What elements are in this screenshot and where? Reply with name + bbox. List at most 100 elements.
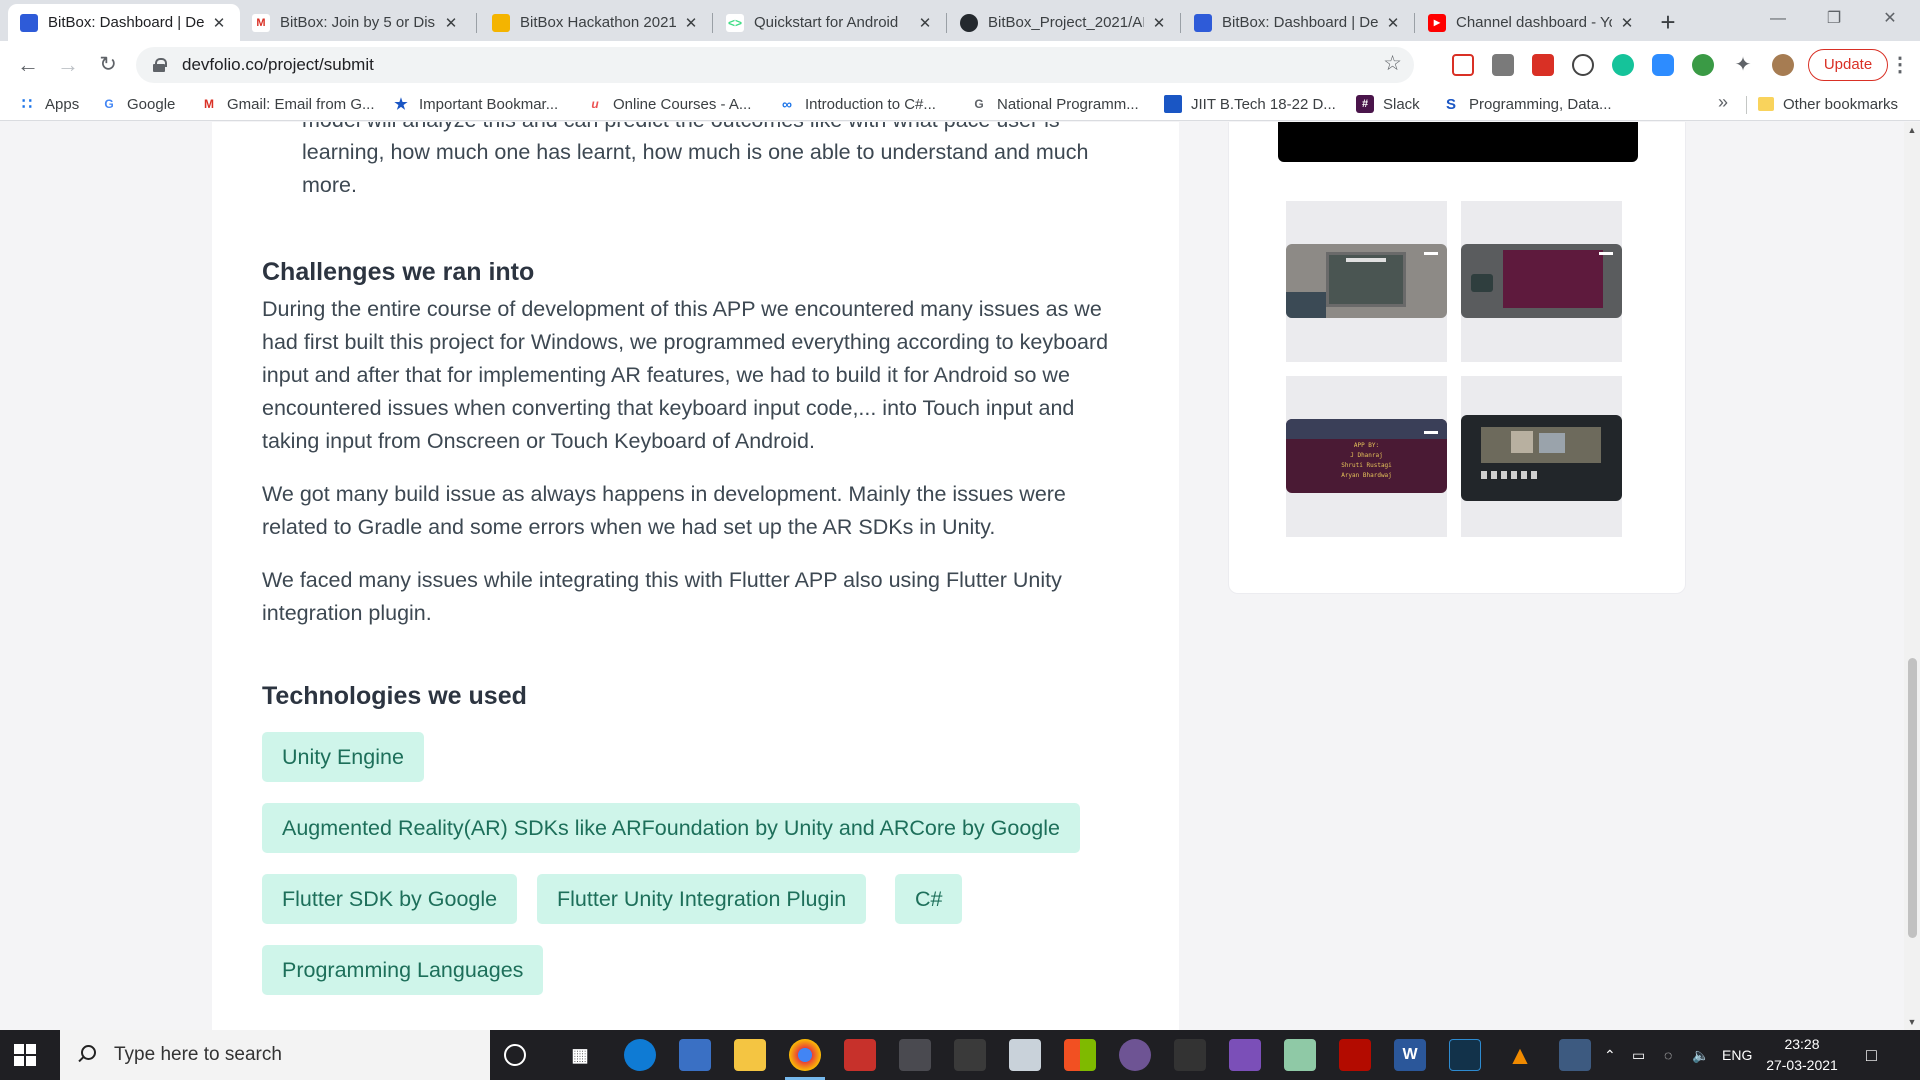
app-icon[interactable]	[1559, 1039, 1591, 1071]
globe-extension-icon[interactable]	[1692, 54, 1714, 76]
tab-title: BitBox_Project_2021/AI	[988, 14, 1144, 31]
bookmark-gmail[interactable]: M Gmail: Email from G...	[200, 93, 375, 115]
close-icon[interactable]: ✕	[1618, 14, 1636, 32]
tab-quickstart[interactable]: <> Quickstart for Android ✕	[714, 4, 946, 41]
update-button[interactable]: Update	[1808, 49, 1888, 81]
forward-arrow-icon[interactable]: →	[52, 49, 84, 81]
taskbar-search[interactable]: Type here to search	[60, 1030, 490, 1080]
bookmark-national-programme[interactable]: G National Programm...	[970, 93, 1138, 115]
tech-tag[interactable]: C#	[895, 874, 963, 924]
tab-bitbox-dashboard-2[interactable]: BitBox: Dashboard | De ✕	[1182, 4, 1414, 41]
tab-youtube[interactable]: ▶ Channel dashboard - Yo ✕	[1416, 4, 1648, 41]
lock-icon[interactable]	[152, 58, 167, 72]
chrome-icon[interactable]	[789, 1039, 821, 1071]
zoom-extension-icon[interactable]	[1652, 54, 1674, 76]
visual-studio-icon[interactable]	[1229, 1039, 1261, 1071]
tech-tag[interactable]: Flutter SDK by Google	[262, 874, 518, 924]
windows-start-icon[interactable]	[14, 1044, 36, 1066]
tab-hackathon[interactable]: BitBox Hackathon 2021 ✕	[480, 4, 712, 41]
speed-extension-icon[interactable]	[1572, 54, 1594, 76]
close-icon[interactable]: ✕	[916, 14, 934, 32]
screenshot-thumbnail[interactable]	[1461, 376, 1622, 537]
task-view-icon[interactable]: ▦	[564, 1039, 596, 1071]
bookmark-label: Online Courses - A...	[613, 95, 752, 113]
unity-hub-icon[interactable]	[1174, 1039, 1206, 1071]
scroll-down-arrow-icon[interactable]: ▼	[1904, 1014, 1920, 1030]
tech-tag[interactable]: Programming Languages	[262, 945, 544, 995]
extensions-puzzle-icon[interactable]: ✦	[1732, 54, 1754, 76]
acrobat-icon[interactable]	[1339, 1039, 1371, 1071]
app-icon[interactable]	[1009, 1039, 1041, 1071]
reload-icon[interactable]: ↻	[92, 49, 124, 81]
video-player[interactable]	[1278, 122, 1638, 162]
taskbar-clock[interactable]: 23:28 27-03-2021	[1762, 1034, 1842, 1076]
pdf-extension-icon[interactable]	[1532, 54, 1554, 76]
bookmark-important[interactable]: ★ Important Bookmar...	[392, 93, 558, 115]
volume-icon[interactable]: 🔈	[1692, 1030, 1709, 1080]
technologies-heading: Technologies we used	[262, 682, 527, 710]
bookmark-programming[interactable]: S Programming, Data...	[1442, 93, 1612, 115]
unity-icon[interactable]	[899, 1039, 931, 1071]
more-menu-icon[interactable]: ⋮	[1890, 51, 1910, 79]
tech-tag[interactable]: Augmented Reality(AR) SDKs like ARFounda…	[262, 803, 1080, 853]
clock-date: 27-03-2021	[1766, 1057, 1838, 1073]
app-icon[interactable]	[844, 1039, 876, 1071]
app-icon[interactable]	[1449, 1039, 1481, 1071]
tech-tag[interactable]: Unity Engine	[262, 732, 424, 782]
address-bar[interactable]: devfolio.co/project/submit ☆	[136, 47, 1414, 83]
wifi-icon[interactable]: ◌	[1664, 1030, 1672, 1080]
restore-button[interactable]: ❐	[1806, 0, 1862, 41]
bookmark-star-icon[interactable]: ☆	[1383, 51, 1402, 76]
close-icon[interactable]: ✕	[442, 14, 460, 32]
new-tab-button[interactable]: +	[1652, 7, 1684, 39]
screenshot-thumbnail[interactable]	[1286, 201, 1447, 362]
tab-github[interactable]: BitBox_Project_2021/AI ✕	[948, 4, 1180, 41]
bookmark-other[interactable]: Other bookmarks	[1758, 93, 1898, 115]
cortana-icon[interactable]	[504, 1044, 526, 1066]
tab-gmail[interactable]: M BitBox: Join by 5 or Dis ✕	[240, 4, 472, 41]
avatar[interactable]	[1772, 54, 1794, 76]
word-icon[interactable]: W	[1394, 1039, 1426, 1071]
language-indicator[interactable]: ENG	[1722, 1030, 1752, 1080]
close-icon[interactable]: ✕	[682, 14, 700, 32]
bookmark-online-courses[interactable]: u Online Courses - A...	[586, 93, 751, 115]
minimize-button[interactable]: —	[1750, 0, 1806, 41]
store-icon[interactable]	[679, 1039, 711, 1071]
bookmarks-overflow-icon[interactable]: »	[1718, 92, 1728, 113]
tab-bitbox-dashboard[interactable]: BitBox: Dashboard | De ✕	[8, 4, 240, 41]
vlc-icon[interactable]: ▲	[1504, 1039, 1536, 1071]
grammarly-icon[interactable]	[1612, 54, 1634, 76]
back-arrow-icon[interactable]: ←	[12, 49, 44, 81]
bookmark-csharp[interactable]: ∞ Introduction to C#...	[778, 93, 936, 115]
tray-overflow-icon[interactable]: ⌃	[1604, 1030, 1616, 1080]
notification-icon[interactable]: □	[1866, 1030, 1877, 1080]
close-icon[interactable]: ✕	[1150, 14, 1168, 32]
page-scrollbar[interactable]: ▲ ▼	[1904, 122, 1920, 1030]
security-shield-icon[interactable]	[954, 1039, 986, 1071]
google-icon: G	[974, 97, 984, 111]
bookmark-jiit[interactable]: JIIT B.Tech 18-22 D...	[1164, 93, 1336, 115]
tech-tag[interactable]: Flutter Unity Integration Plugin	[537, 874, 867, 924]
office-icon[interactable]	[1064, 1039, 1096, 1071]
github-desktop-icon[interactable]	[1119, 1039, 1151, 1071]
classroom-icon	[1164, 95, 1182, 113]
bookmark-google[interactable]: G Google	[100, 93, 175, 115]
bookmark-slack[interactable]: # Slack	[1356, 93, 1420, 115]
close-icon[interactable]: ✕	[210, 14, 228, 32]
url-text[interactable]: devfolio.co/project/submit	[182, 55, 374, 75]
app-icon[interactable]	[1284, 1039, 1316, 1071]
screenshot-thumbnail[interactable]	[1461, 201, 1622, 362]
close-icon[interactable]: ✕	[1384, 14, 1402, 32]
scrollbar-thumb[interactable]	[1908, 658, 1917, 938]
close-window-button[interactable]: ✕	[1862, 0, 1918, 41]
file-explorer-icon[interactable]	[734, 1039, 766, 1071]
scroll-up-arrow-icon[interactable]: ▲	[1904, 122, 1920, 138]
extension-icon[interactable]	[1492, 54, 1514, 76]
battery-icon[interactable]: ▭	[1632, 1030, 1645, 1080]
clipped-bullet-line: model will analyze this and can predict …	[302, 122, 1128, 137]
bookmark-label: Important Bookmar...	[419, 95, 559, 113]
edge-icon[interactable]	[624, 1039, 656, 1071]
screenshot-thumbnail[interactable]: APP BY: J Dhanraj Shruti Rustagi Aryan B…	[1286, 376, 1447, 537]
pocket-extension-icon[interactable]	[1452, 54, 1474, 76]
bookmark-apps[interactable]: ∷ Apps	[18, 93, 79, 115]
